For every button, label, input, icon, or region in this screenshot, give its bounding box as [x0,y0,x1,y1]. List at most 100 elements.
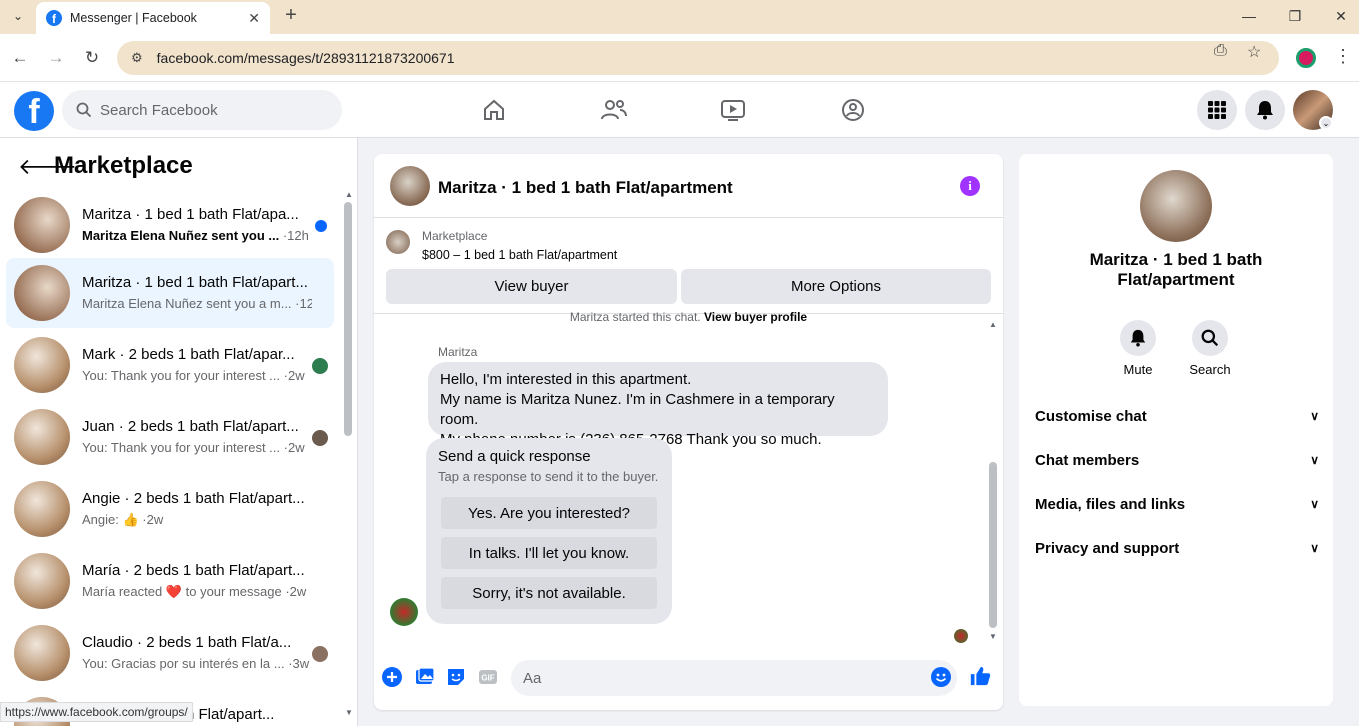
browser-toolbar: ← → ↻ ⚙ facebook.com/messages/t/28931121… [0,34,1359,82]
new-tab-icon[interactable]: + [280,5,302,27]
details-avatar[interactable] [1140,170,1212,242]
chevron-down-icon: ∨ [1310,409,1319,423]
plus-icon[interactable] [381,666,403,688]
privacy-support-section[interactable]: Privacy and support ∨ [1035,528,1319,568]
install-app-icon[interactable]: ⎙ [1214,42,1227,60]
seen-avatar [312,430,328,446]
status-bar-url: https://www.facebook.com/groups/ [0,702,193,722]
forward-icon[interactable]: → [44,46,68,70]
conversation-preview: Angie: 👍 ·2w [82,512,164,527]
listing-card: Marketplace $800 – 1 bed 1 bath Flat/apa… [374,218,1003,314]
address-bar[interactable]: ⚙ facebook.com/messages/t/28931121873200… [117,41,1279,75]
video-icon[interactable] [719,96,747,124]
chat-title[interactable]: Maritza · 1 bed 1 bath Flat/apartment [438,178,733,198]
gif-icon[interactable]: GIF [477,666,499,688]
chat-avatar[interactable] [390,166,430,206]
customise-chat-section[interactable]: Customise chat ∨ [1035,396,1319,436]
bookmark-star-icon[interactable]: ☆ [1247,42,1261,62]
conversation-item[interactable]: Claudio · 2 beds 1 bath Flat/a... You: G… [6,618,334,688]
facebook-search[interactable] [62,90,342,130]
search-icon[interactable] [1192,320,1228,356]
facebook-logo-icon[interactable]: f [14,91,54,131]
conversation-name: Mark · 2 beds 1 bath Flat/apar... [82,346,295,363]
reload-icon[interactable]: ↻ [80,46,104,70]
message-bubble: Hello, I'm interested in this apartment.… [428,362,888,448]
mute-bell-icon[interactable] [1120,320,1156,356]
conversation-item[interactable]: Maritza · 1 bed 1 bath Flat/apa... Marit… [6,190,334,260]
facebook-favicon-icon: f [46,10,62,26]
friends-icon[interactable] [600,96,628,124]
chat-started-notice: Maritza started this chat. View buyer pr… [569,310,808,324]
chat-members-section[interactable]: Chat members ∨ [1035,440,1319,480]
menu-grid-icon[interactable] [1197,90,1237,130]
quick-reply-button[interactable]: Sorry, it's not available. [441,577,657,609]
conversation-item[interactable]: María · 2 beds 1 bath Flat/apart... Marí… [6,546,334,616]
listing-thumbnail [14,337,70,393]
more-options-button[interactable]: More Options [681,269,991,304]
search-icon [76,102,92,118]
listing-price[interactable]: $800 – 1 bed 1 bath Flat/apartment [422,248,617,262]
sender-name: Maritza [438,345,478,359]
message-composer: GIF [374,654,1003,710]
mute-action[interactable]: Mute [1108,320,1168,377]
message-input[interactable] [523,669,903,687]
chat-scroll-up-icon[interactable]: ▲ [989,320,997,329]
unread-dot-icon [315,220,327,232]
chat-scrollbar[interactable] [989,462,997,628]
search-action[interactable]: Search [1180,320,1240,377]
scroll-down-icon[interactable]: ▼ [345,708,353,717]
panel-title: Marketplace [54,152,193,179]
tab-close-icon[interactable]: ✕ [248,10,260,27]
listing-thumbnail [14,553,70,609]
info-icon[interactable]: i [960,176,980,196]
chat-window: Maritza · 1 bed 1 bath Flat/apartment i … [374,154,1003,710]
conversation-item-active[interactable]: Maritza · 1 bed 1 bath Flat/apart... Mar… [6,258,334,328]
mute-label: Mute [1123,362,1153,377]
chat-header: Maritza · 1 bed 1 bath Flat/apartment i [374,154,1003,218]
marketplace-conversations-panel: 🡐 Marketplace Maritza · 1 bed 1 bath Fla… [0,138,358,726]
sender-avatar[interactable] [390,598,418,626]
listing-thumbnail[interactable] [386,230,410,254]
quick-reply-button[interactable]: In talks. I'll let you know. [441,537,657,569]
site-info-icon[interactable]: ⚙ [131,50,143,66]
search-input[interactable] [100,101,320,119]
message-line: My name is Maritza Nunez. I'm in Cashmer… [440,391,835,428]
listing-thumbnail [14,409,70,465]
notifications-bell-icon[interactable] [1245,90,1285,130]
back-icon[interactable]: ← [8,46,32,70]
browser-menu-icon[interactable]: ⋮ [1334,46,1352,67]
media-files-links-section[interactable]: Media, files and links ∨ [1035,484,1319,524]
chat-scroll-down-icon[interactable]: ▼ [989,632,997,641]
emoji-icon[interactable] [930,666,952,688]
window-close-icon[interactable]: ✕ [1318,4,1359,28]
left-scrollbar[interactable] [344,202,352,436]
restore-icon[interactable]: ❐ [1272,4,1318,28]
conversation-item[interactable]: Mark · 2 beds 1 bath Flat/apar... You: T… [6,330,334,400]
quick-response-card: Send a quick response Tap a response to … [426,438,672,624]
url-text[interactable]: facebook.com/messages/t/2893112187320067… [157,50,455,66]
quick-reply-button[interactable]: Yes. Are you interested? [441,497,657,529]
thumbs-up-icon[interactable] [969,665,991,687]
conversation-item[interactable]: Juan · 2 beds 1 bath Flat/apart... You: … [6,402,334,472]
minimize-icon[interactable]: — [1226,4,1272,28]
message-input-box[interactable] [511,660,957,696]
groups-icon[interactable] [839,96,867,124]
conversation-name: Maritza · 1 bed 1 bath Flat/apa... [82,206,299,223]
scroll-up-icon[interactable]: ▲ [345,190,353,199]
browser-tab[interactable]: f Messenger | Facebook ✕ [36,2,270,34]
conversation-preview: You: Thank you for your interest ... ·2w [82,368,305,383]
conversation-preview: You: Thank you for your interest ... ·2w [82,440,305,455]
listing-thumbnail [14,625,70,681]
conversation-name: Maritza · 1 bed 1 bath Flat/apart... [82,274,308,291]
home-icon[interactable] [480,96,508,124]
chevron-down-icon: ∨ [1310,453,1319,467]
sticker-icon[interactable] [445,666,467,688]
view-buyer-profile-link[interactable]: View buyer profile [704,310,807,324]
account-chevron-icon[interactable]: ⌄ [1319,116,1333,130]
chat-details-panel: Maritza · 1 bed 1 bath Flat/apartment Mu… [1019,154,1333,706]
conversation-item[interactable]: Angie · 2 beds 1 bath Flat/apart... Angi… [6,474,334,544]
tab-search-icon[interactable]: ⌄ [6,4,30,28]
view-buyer-button[interactable]: View buyer [386,269,677,304]
browser-profile-icon[interactable] [1296,48,1316,68]
photo-icon[interactable] [414,666,436,688]
